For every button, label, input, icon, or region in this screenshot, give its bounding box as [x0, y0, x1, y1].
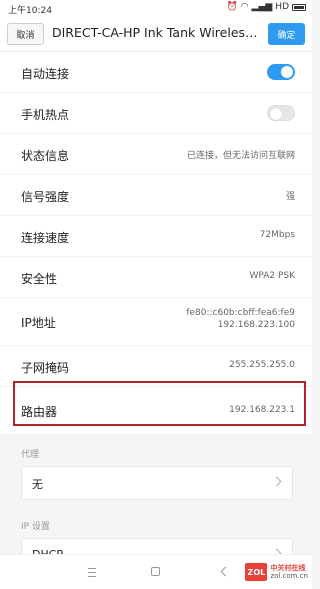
zol-logo: ZOL: [245, 563, 268, 581]
ipv4-address: 192.168.223.100: [217, 320, 295, 330]
row-label: 路由器: [21, 405, 58, 419]
hotspot-toggle[interactable]: [267, 105, 295, 121]
confirm-button[interactable]: 确定: [268, 23, 305, 45]
row-value: 强: [285, 192, 295, 202]
watermark-line1: 中关村在线: [270, 564, 306, 572]
signal-icon: ▂▄▆: [251, 2, 273, 12]
row-label: IP地址: [21, 316, 56, 330]
row-label: 子网掩码: [21, 361, 70, 375]
row-ip-address: IP地址 fe80::c60b:cbff:fea6:fe9 192.168.22…: [0, 298, 312, 346]
toggle-knob: [270, 108, 282, 120]
row-auto-connect[interactable]: 自动连接: [0, 52, 312, 93]
row-subnet-mask: 子网掩码 255.255.255.0: [0, 346, 312, 387]
row-label: 信号强度: [21, 190, 70, 204]
chevron-right-icon: [271, 476, 282, 487]
row-hotspot[interactable]: 手机热点: [0, 93, 312, 134]
row-label: 手机热点: [21, 108, 70, 122]
status-time: 上午10:24: [8, 6, 52, 16]
row-label: 连接速度: [21, 231, 70, 245]
battery-icon: [292, 4, 306, 11]
status-icons: ⏰ ◠ ▂▄▆ HD: [226, 2, 306, 13]
ip-settings-section-label: IP 设置: [21, 522, 50, 532]
row-value: 192.168.223.1: [229, 405, 295, 415]
title-bar: 取消 DIRECT-CA-HP Ink Tank Wireless… 确定: [0, 16, 312, 52]
proxy-selected-value: 无: [32, 478, 43, 491]
row-security: 安全性 WPA2 PSK: [0, 257, 312, 298]
menu-icon[interactable]: [85, 565, 99, 579]
cancel-button[interactable]: 取消: [7, 23, 44, 45]
back-icon[interactable]: [218, 565, 232, 579]
row-status: 状态信息 已连接，但无法访问互联网: [0, 134, 312, 175]
row-value: 72Mbps: [259, 230, 295, 240]
ipv6-address: fe80::c60b:cbff:fea6:fe9: [186, 308, 295, 318]
watermark-line2: zol.com.cn: [270, 572, 308, 580]
home-icon[interactable]: [149, 565, 163, 579]
row-label: 自动连接: [21, 67, 70, 81]
row-value: 已连接，但无法访问互联网: [186, 151, 295, 161]
system-nav-bar: ZOL 中关村在线 zol.com.cn: [0, 554, 312, 589]
row-value: WPA2 PSK: [249, 271, 295, 281]
watermark-text: 中关村在线 zol.com.cn: [270, 564, 308, 580]
auto-connect-toggle[interactable]: [267, 64, 295, 80]
row-value: 255.255.255.0: [229, 360, 295, 370]
carrier-label: HD: [275, 2, 289, 12]
row-label: 状态信息: [21, 149, 70, 163]
row-signal: 信号强度 强: [0, 175, 312, 216]
network-detail-list: 自动连接 手机热点 状态信息 已连接，但无法访问互联网 信号强度 强 连接速度 …: [0, 52, 312, 435]
page-title: DIRECT-CA-HP Ink Tank Wireless…: [52, 25, 264, 40]
row-label: 安全性: [21, 272, 58, 286]
alarm-icon: ⏰: [226, 2, 238, 12]
status-bar: 上午10:24 ⏰ ◠ ▂▄▆ HD: [0, 0, 312, 16]
row-value: fe80::c60b:cbff:fea6:fe9 192.168.223.100: [186, 307, 295, 331]
wifi-icon: ◠: [240, 2, 249, 12]
row-speed: 连接速度 72Mbps: [0, 216, 312, 257]
proxy-select[interactable]: 无: [21, 466, 293, 500]
toggle-knob: [281, 66, 293, 78]
proxy-section-label: 代理: [21, 450, 40, 460]
watermark: ZOL 中关村在线 zol.com.cn: [245, 563, 308, 581]
row-router: 路由器 192.168.223.1: [0, 387, 312, 435]
